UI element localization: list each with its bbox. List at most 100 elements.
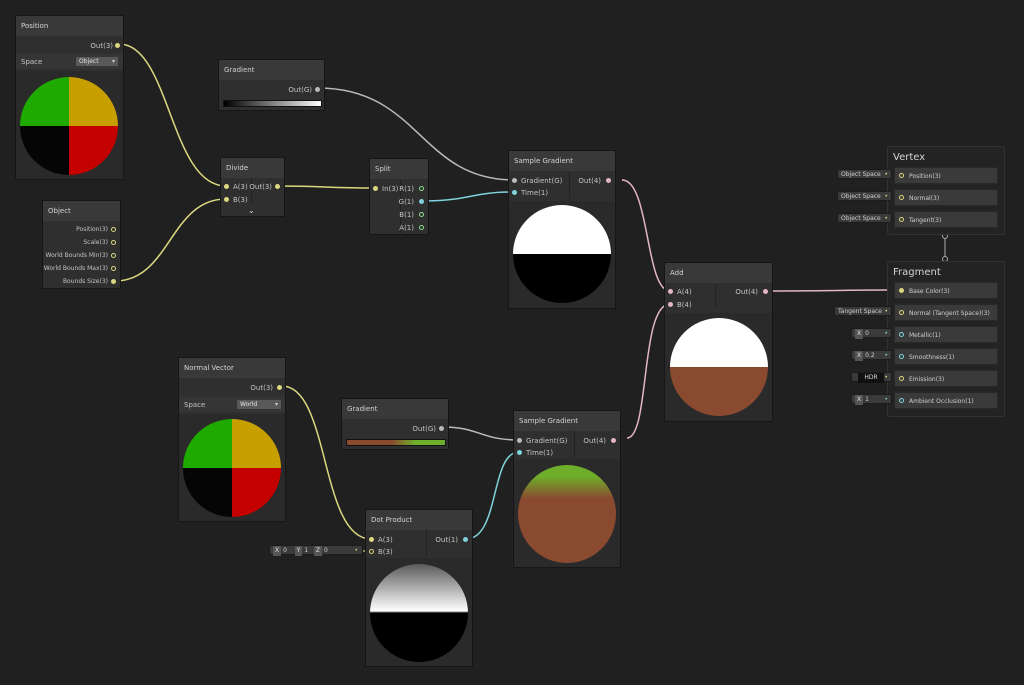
node-title: Sample Gradient — [514, 411, 620, 431]
gradient-field[interactable] — [223, 100, 322, 107]
input-value[interactable]: 0.2 — [865, 352, 875, 359]
fragment-slot-normal[interactable]: Normal (Tangent Space)(3) — [894, 304, 998, 321]
out-port[interactable] — [315, 87, 320, 92]
fragment-metallic-input[interactable]: X 0 • — [851, 328, 892, 339]
in-port[interactable] — [373, 186, 378, 191]
node-title: Dot Product — [366, 510, 472, 530]
in-port-b[interactable] — [668, 302, 673, 307]
fragment-ao-input[interactable]: X 1 • — [851, 394, 892, 405]
vertex-slot-tangent[interactable]: Tangent(3) — [894, 211, 998, 228]
y-value[interactable]: 1 — [304, 547, 308, 554]
in-label-time: Time(1) — [521, 189, 549, 197]
in-label-b: B(3) — [233, 196, 248, 204]
fragment-smoothness-input[interactable]: X 0.2 • — [851, 350, 892, 361]
out-port-position[interactable] — [111, 227, 116, 232]
slot-port[interactable] — [899, 398, 904, 403]
slot-port[interactable] — [899, 332, 904, 337]
chevron-down-icon: ▾ — [111, 58, 115, 65]
fragment-slot-emission[interactable]: Emission(3) — [894, 370, 998, 387]
slot-port[interactable] — [899, 173, 904, 178]
dot-b-vector-input[interactable]: X0 Y1 Z0 • — [269, 545, 363, 556]
fragment-slot-metallic[interactable]: Metallic(1) — [894, 326, 998, 343]
out-port-bounds-size[interactable] — [111, 279, 116, 284]
in-port-a[interactable] — [668, 289, 673, 294]
vertex-slot-position[interactable]: Position(3) — [894, 167, 998, 184]
normal-vector-node[interactable]: Normal Vector Out(3) Space World ▾ — [178, 357, 286, 522]
out-port[interactable] — [611, 438, 616, 443]
node-title: Position — [16, 16, 123, 36]
sample-gradient-node[interactable]: Sample Gradient Gradient(G) Time(1) Out(… — [508, 150, 616, 309]
in-port-b[interactable] — [369, 549, 374, 554]
fragment-context[interactable]: Fragment Base Color(3) Normal (Tangent S… — [887, 261, 1005, 417]
y-label: Y — [294, 546, 303, 556]
slot-port[interactable] — [899, 354, 904, 359]
out-port-scale[interactable] — [111, 240, 116, 245]
slot-port[interactable] — [899, 217, 904, 222]
vertex-slot-normal[interactable]: Normal(3) — [894, 189, 998, 206]
out-port[interactable] — [463, 537, 468, 542]
out-port-a[interactable] — [419, 225, 424, 230]
node-title: Split — [370, 159, 428, 179]
connector-dot: • — [884, 396, 888, 403]
out-port[interactable] — [606, 178, 611, 183]
space-dropdown[interactable]: Object ▾ — [76, 57, 118, 66]
out-port-label: Out(1) — [435, 536, 458, 544]
fragment-slot-ambient-occlusion[interactable]: Ambient Occlusion(1) — [894, 392, 998, 409]
fragment-slot-base-color[interactable]: Base Color(3) — [894, 282, 998, 299]
object-node[interactable]: Object Position(3) Scale(3) World Bounds… — [42, 200, 121, 289]
slot-label: Emission(3) — [909, 376, 945, 383]
out-port[interactable] — [439, 426, 444, 431]
out-port[interactable] — [763, 289, 768, 294]
gradient-field[interactable] — [346, 439, 446, 446]
in-label-a: A(3) — [233, 183, 248, 191]
fragment-emission-input[interactable]: HDR • — [851, 372, 892, 383]
input-value: Object Space — [841, 193, 881, 200]
add-node[interactable]: Add A(4) B(4) Out(4) — [664, 262, 773, 422]
fragment-normal-input[interactable]: Tangent Space • — [834, 306, 892, 316]
out-port[interactable] — [277, 385, 282, 390]
in-port-gradient[interactable] — [512, 178, 517, 183]
in-port-gradient[interactable] — [517, 438, 522, 443]
divide-node[interactable]: Divide A(3) B(3) Out(3) ⌄ — [220, 157, 285, 217]
in-port-b[interactable] — [224, 197, 229, 202]
slot-port[interactable] — [899, 195, 904, 200]
x-value[interactable]: 0 — [283, 547, 287, 554]
out-port[interactable] — [275, 184, 280, 189]
fragment-slot-smoothness[interactable]: Smoothness(1) — [894, 348, 998, 365]
preview-sphere — [20, 77, 118, 175]
space-dropdown[interactable]: World ▾ — [237, 400, 281, 409]
vertex-tangent-input[interactable]: Object Space • — [837, 213, 892, 223]
out-port-b[interactable] — [419, 212, 424, 217]
out-label-r: R(1) — [399, 185, 414, 193]
dot-product-node[interactable]: Dot Product A(3) B(3) Out(1) — [365, 509, 473, 667]
wire-object-to-divide-b — [114, 198, 227, 282]
out-port-r[interactable] — [419, 186, 424, 191]
in-port-time[interactable] — [517, 450, 522, 455]
vertex-normal-input[interactable]: Object Space • — [837, 191, 892, 201]
gradient-node[interactable]: Gradient Out(G) — [218, 59, 325, 111]
slot-port[interactable] — [899, 310, 904, 315]
out-port-bounds-max[interactable] — [111, 266, 116, 271]
hdr-color-swatch[interactable]: HDR — [858, 373, 884, 383]
out-port-bounds-min[interactable] — [111, 253, 116, 258]
z-value[interactable]: 0 — [324, 547, 328, 554]
slot-port[interactable] — [899, 376, 904, 381]
input-value[interactable]: 0 — [865, 330, 869, 337]
position-node[interactable]: Position Out(3) Space Object ▾ — [15, 15, 124, 180]
in-port-a[interactable] — [369, 537, 374, 542]
out-label-bounds-min: World Bounds Min(3) — [45, 252, 108, 259]
out-port-g[interactable] — [419, 199, 424, 204]
out-port[interactable] — [115, 43, 120, 48]
vertex-position-input[interactable]: Object Space • — [837, 169, 892, 179]
chevron-down-icon[interactable]: ⌄ — [248, 205, 255, 217]
in-port-time[interactable] — [512, 190, 517, 195]
slot-port[interactable] — [899, 288, 904, 293]
in-port-a[interactable] — [224, 184, 229, 189]
input-value[interactable]: 1 — [865, 396, 869, 403]
split-node[interactable]: Split In(3) R(1) G(1) B(1) A(1) — [369, 158, 429, 235]
node-title: Add — [665, 263, 772, 283]
fragment-title: Fragment — [893, 267, 941, 278]
gradient-node[interactable]: Gradient Out(G) — [341, 398, 449, 450]
vertex-context[interactable]: Vertex Position(3) Normal(3) Tangent(3) — [887, 146, 1005, 235]
sample-gradient-node[interactable]: Sample Gradient Gradient(G) Time(1) Out(… — [513, 410, 621, 568]
